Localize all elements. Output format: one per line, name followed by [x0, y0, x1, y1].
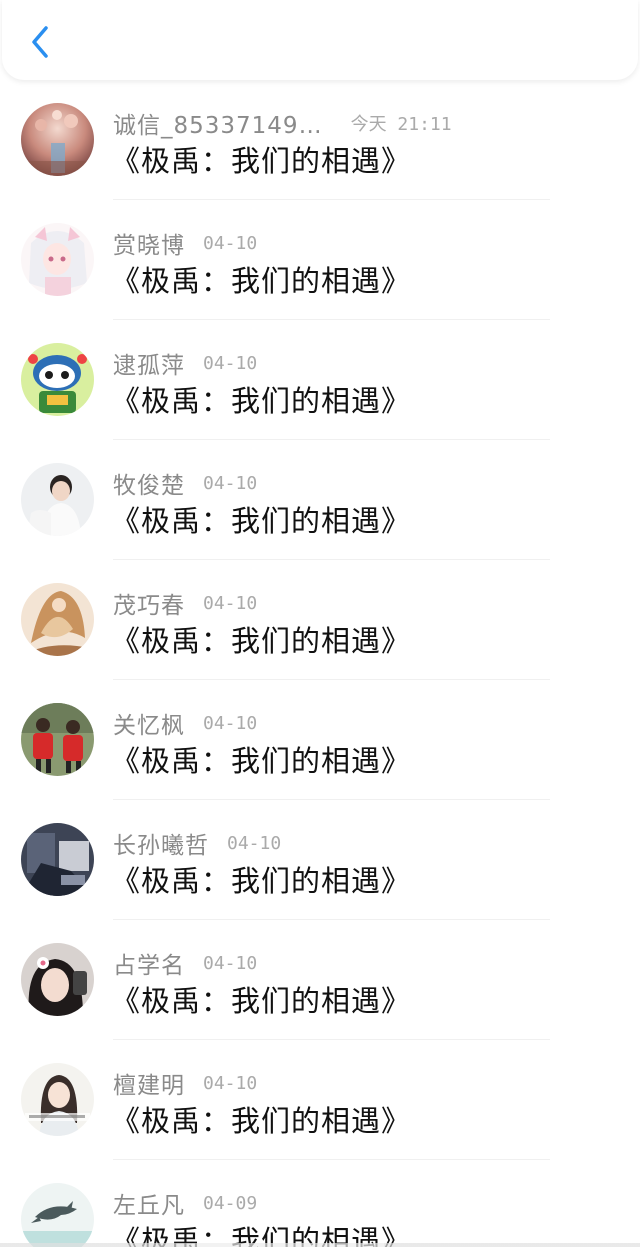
sender-name: 左丘凡 [113, 1193, 185, 1219]
chevron-left-icon [29, 24, 51, 64]
message-text: 《极禹：我们的相遇》 [111, 984, 412, 1018]
list-item[interactable]: 逮孤萍 04-10 《极禹：我们的相遇》 [0, 320, 640, 440]
timestamp: 04-10 [203, 232, 258, 254]
list-item[interactable]: 赏晓博 04-10 《极禹：我们的相遇》 [0, 200, 640, 320]
list-item[interactable]: 长孙曦哲 04-10 《极禹：我们的相遇》 [0, 800, 640, 920]
message-text: 《极禹：我们的相遇》 [111, 504, 412, 538]
message-text: 《极禹：我们的相遇》 [111, 864, 412, 898]
bottom-edge [0, 1243, 640, 1247]
avatar[interactable] [21, 223, 94, 296]
message-text: 《极禹：我们的相遇》 [111, 264, 412, 298]
top-bar [2, 0, 638, 80]
sender-name: 逮孤萍 [113, 353, 185, 379]
timestamp: 04-10 [203, 472, 258, 494]
avatar[interactable] [21, 1183, 94, 1247]
avatar[interactable] [21, 1063, 94, 1136]
avatar[interactable] [21, 943, 94, 1016]
list-item[interactable]: 关忆枫 04-10 《极禹：我们的相遇》 [0, 680, 640, 800]
list-item[interactable]: 茂巧春 04-10 《极禹：我们的相遇》 [0, 560, 640, 680]
list-item[interactable]: 牧俊楚 04-10 《极禹：我们的相遇》 [0, 440, 640, 560]
message-text: 《极禹：我们的相遇》 [111, 744, 412, 778]
list-item[interactable]: 檀建明 04-10 《极禹：我们的相遇》 [0, 1040, 640, 1160]
sender-name: 赏晓博 [113, 233, 185, 259]
avatar[interactable] [21, 823, 94, 896]
avatar[interactable] [21, 583, 94, 656]
timestamp: 04-10 [203, 712, 258, 734]
message-list[interactable]: 诚信_85337149… 今天 21:11 《极禹：我们的相遇》 赏晓博 04-… [0, 80, 640, 1247]
sender-name: 关忆枫 [113, 713, 185, 739]
avatar[interactable] [21, 103, 94, 176]
avatar[interactable] [21, 703, 94, 776]
sender-name: 茂巧春 [113, 593, 185, 619]
sender-name: 牧俊楚 [113, 473, 185, 499]
sender-name: 占学名 [113, 953, 185, 979]
sender-name: 诚信_85337149… [113, 113, 323, 139]
list-item[interactable]: 左丘凡 04-09 《极禹：我们的相遇》 [0, 1160, 640, 1247]
avatar[interactable] [21, 343, 94, 416]
list-item[interactable]: 诚信_85337149… 今天 21:11 《极禹：我们的相遇》 [0, 80, 640, 200]
message-text: 《极禹：我们的相遇》 [111, 1104, 412, 1138]
timestamp: 04-10 [203, 952, 258, 974]
back-button[interactable] [22, 24, 58, 64]
timestamp: 04-09 [203, 1192, 258, 1214]
timestamp: 04-10 [203, 1072, 258, 1094]
avatar[interactable] [21, 463, 94, 536]
message-text: 《极禹：我们的相遇》 [111, 384, 412, 418]
timestamp: 04-10 [203, 592, 258, 614]
sender-name: 长孙曦哲 [113, 833, 209, 859]
message-text: 《极禹：我们的相遇》 [111, 144, 412, 178]
timestamp: 04-10 [203, 352, 258, 374]
sender-name: 檀建明 [113, 1073, 185, 1099]
list-item[interactable]: 占学名 04-10 《极禹：我们的相遇》 [0, 920, 640, 1040]
timestamp: 今天 21:11 [350, 114, 452, 135]
message-text: 《极禹：我们的相遇》 [111, 624, 412, 658]
timestamp: 04-10 [227, 832, 282, 854]
